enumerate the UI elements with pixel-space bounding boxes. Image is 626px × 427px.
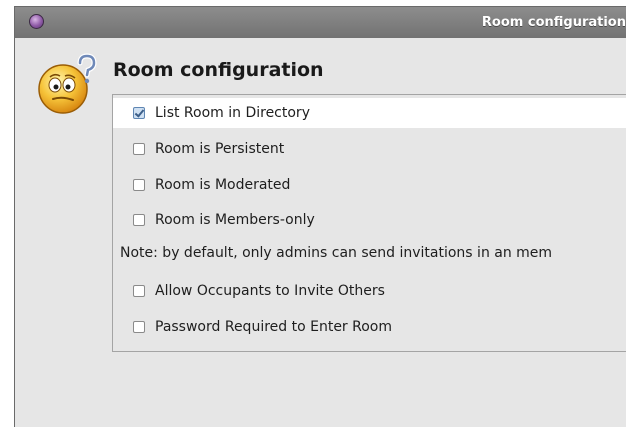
window-title: Room configuration: [481, 15, 626, 30]
option-list-room-in-directory[interactable]: List Room in Directory: [113, 98, 626, 128]
checkbox[interactable]: [133, 143, 145, 155]
dialog-heading: Room configuration: [113, 59, 324, 81]
option-label: Password Required to Enter Room: [155, 319, 393, 335]
option-allow-occupants-to-invite[interactable]: Allow Occupants to Invite Others: [113, 276, 626, 306]
option-label: Allow Occupants to Invite Others: [155, 283, 385, 299]
checkbox-checked[interactable]: [133, 107, 145, 119]
dialog-window: Room configuration Room configuration Li…: [14, 6, 626, 427]
option-label: List Room in Directory: [155, 105, 310, 121]
checkbox[interactable]: [133, 179, 145, 191]
title-bar[interactable]: Room configuration: [15, 7, 626, 38]
option-password-required[interactable]: Password Required to Enter Room: [113, 312, 626, 342]
checkbox[interactable]: [133, 285, 145, 297]
invitation-note: Note: by default, only admins can send i…: [120, 245, 553, 261]
option-room-is-persistent[interactable]: Room is Persistent: [113, 134, 626, 164]
option-label: Room is Persistent: [155, 141, 285, 157]
checkbox[interactable]: [133, 214, 145, 226]
checkbox[interactable]: [133, 321, 145, 333]
option-room-is-members-only[interactable]: Room is Members-only: [113, 205, 626, 235]
window-menu-icon[interactable]: [29, 14, 44, 29]
room-options-group: List Room in Directory Room is Persisten…: [112, 94, 626, 352]
confused-smiley-question-icon: [38, 53, 97, 114]
option-label: Room is Moderated: [155, 177, 291, 193]
option-label: Room is Members-only: [155, 212, 315, 228]
option-room-is-moderated[interactable]: Room is Moderated: [113, 170, 626, 200]
